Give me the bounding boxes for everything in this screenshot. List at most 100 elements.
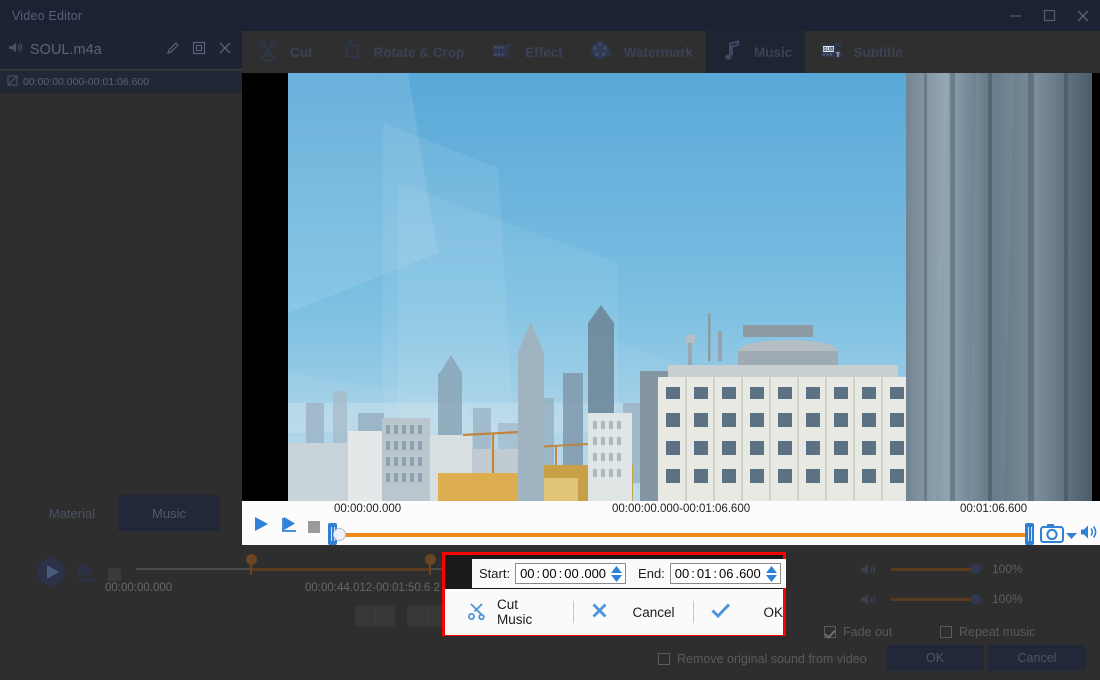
end-time-input[interactable]: 00 : 01 : 06 .600 <box>670 563 781 584</box>
cut-dialog-cancel-label: Cancel <box>632 605 674 620</box>
video-frame <box>288 73 1092 501</box>
toolbar-tab-rotate-crop-label: Rotate & Crop <box>374 45 465 60</box>
end-milliseconds[interactable]: .600 <box>734 566 761 581</box>
cut-dialog-action-row: Cut Music Cancel OK <box>445 589 783 635</box>
checkbox-fade-out[interactable]: Fade out <box>824 625 892 639</box>
speaker-icon <box>860 592 877 612</box>
stop-icon[interactable] <box>108 568 121 581</box>
end-hours[interactable]: 00 <box>674 566 690 581</box>
player-bar: 00:00:00.000 00:00:00.000-00:01:06.600 0… <box>242 501 1100 545</box>
music-volume-knob[interactable] <box>971 564 981 574</box>
cancel-button[interactable]: Cancel <box>988 645 1086 671</box>
chevron-down-icon[interactable] <box>1066 527 1077 545</box>
audio-track-header[interactable]: SOUL.m4a <box>0 31 242 70</box>
crop-icon <box>7 73 18 91</box>
effect-icon <box>490 38 516 67</box>
music-trim-slider[interactable] <box>136 567 442 571</box>
cut-dialog-ok-button[interactable]: OK <box>711 602 783 622</box>
close-icon[interactable] <box>218 41 232 60</box>
music-trim-selection <box>251 568 431 571</box>
pencil-icon[interactable] <box>166 41 180 60</box>
check-icon <box>711 602 731 622</box>
start-time-stepper[interactable] <box>611 566 622 582</box>
music-trim-start-handle[interactable] <box>246 554 257 565</box>
music-volume-slider[interactable] <box>891 568 975 571</box>
end-label: End: <box>638 566 665 581</box>
maximize-button[interactable] <box>1032 0 1066 31</box>
start-seconds[interactable]: 00 <box>563 566 579 581</box>
titlebar: Video Editor <box>0 0 1100 31</box>
remove-original-sound-checkbox[interactable] <box>658 653 670 665</box>
toolbar-tab-subtitle-label: Subtitle <box>853 45 903 60</box>
editor-toolbar: Cut Rotate & Crop <box>242 31 1100 73</box>
toolbar-tab-cut[interactable]: Cut <box>242 31 326 73</box>
speaker-icon[interactable] <box>1080 523 1098 546</box>
music-time-start: 00:00:00.000 <box>105 582 172 594</box>
start-minutes[interactable]: 00 <box>541 566 557 581</box>
toolbar-tab-watermark[interactable]: Watermark <box>576 31 706 73</box>
remove-original-sound-label: Remove original sound from video <box>677 652 867 666</box>
toolbar-tab-rotate-crop[interactable]: Rotate & Crop <box>326 31 478 73</box>
preview-area: Cut Rotate & Crop <box>242 31 1100 545</box>
scissors-icon <box>255 38 281 67</box>
music-trim-end-handle[interactable] <box>425 554 436 565</box>
fade-out-checkbox[interactable] <box>824 626 836 638</box>
x-icon <box>591 602 608 622</box>
original-volume-knob[interactable] <box>971 594 981 604</box>
original-volume-value: 100% <box>992 592 1023 606</box>
toolbar-tab-effect[interactable]: Effect <box>477 31 576 73</box>
checkbox-remove-original-sound[interactable]: Remove original sound from video <box>658 652 867 666</box>
zoom-in-button[interactable] <box>407 605 447 627</box>
video-preview[interactable] <box>242 73 1100 501</box>
cut-dialog-cancel-button[interactable]: Cancel <box>591 602 674 622</box>
tab-music[interactable]: Music <box>118 495 220 531</box>
speaker-icon <box>860 562 877 582</box>
subtitle-icon: SUB T <box>818 38 844 67</box>
divider <box>693 601 694 623</box>
window-controls <box>998 0 1100 31</box>
cut-music-button[interactable]: Cut Music <box>467 597 555 627</box>
player-playhead[interactable] <box>333 528 346 541</box>
player-time-range: 00:00:00.000-00:01:06.600 <box>612 503 750 515</box>
player-seek-track[interactable] <box>338 533 1033 537</box>
start-time-input[interactable]: 00 : 00 : 00 .000 <box>515 563 626 584</box>
player-time-current: 00:00:00.000 <box>334 503 401 515</box>
checkbox-repeat-music[interactable]: Repeat music <box>940 625 1035 639</box>
end-minutes[interactable]: 01 <box>696 566 712 581</box>
audio-track-range: 00:00:00.000-00:01:06.600 <box>0 71 242 93</box>
fade-out-label: Fade out <box>843 625 892 639</box>
cut-dialog-ok-label: OK <box>763 605 783 620</box>
music-volume-value: 100% <box>992 562 1023 576</box>
toolbar-tab-subtitle[interactable]: SUB T Subtitle <box>805 31 916 73</box>
track-actions <box>166 41 232 60</box>
cut-music-label: Cut Music <box>497 597 555 627</box>
divider <box>573 601 574 623</box>
original-volume-slider[interactable] <box>891 598 975 601</box>
trim-end-handle[interactable] <box>1025 523 1034 545</box>
close-button[interactable] <box>1066 0 1100 31</box>
play-segment-icon[interactable] <box>76 561 98 588</box>
stop-icon[interactable] <box>308 521 320 533</box>
music-zoom-buttons <box>355 605 447 627</box>
audio-range-text: 00:00:00.000-00:01:06.600 <box>23 76 149 88</box>
player-time-labels: 00:00:00.000 00:00:00.000-00:01:06.600 0… <box>242 503 1100 519</box>
left-panel-tabs: Material Music <box>0 495 242 531</box>
svg-text:SUB: SUB <box>824 47 835 53</box>
end-time-stepper[interactable] <box>766 566 777 582</box>
app-window: Video Editor SOUL.m4a <box>0 0 1100 680</box>
zoom-out-button[interactable] <box>355 605 395 627</box>
minimize-button[interactable] <box>998 0 1032 31</box>
scissors-icon <box>467 601 487 624</box>
svg-text:T: T <box>836 52 840 58</box>
start-milliseconds[interactable]: .000 <box>580 566 607 581</box>
toolbar-tab-music[interactable]: Music <box>706 31 805 73</box>
player-time-total: 00:01:06.600 <box>960 503 1027 515</box>
repeat-music-checkbox[interactable] <box>940 626 952 638</box>
ok-button[interactable]: OK <box>886 645 984 671</box>
music-note-icon <box>719 38 745 67</box>
play-circle-icon[interactable] <box>36 557 66 592</box>
copy-icon[interactable] <box>192 41 206 60</box>
end-seconds[interactable]: 06 <box>718 566 734 581</box>
start-hours[interactable]: 00 <box>519 566 535 581</box>
tab-material[interactable]: Material <box>22 495 122 531</box>
